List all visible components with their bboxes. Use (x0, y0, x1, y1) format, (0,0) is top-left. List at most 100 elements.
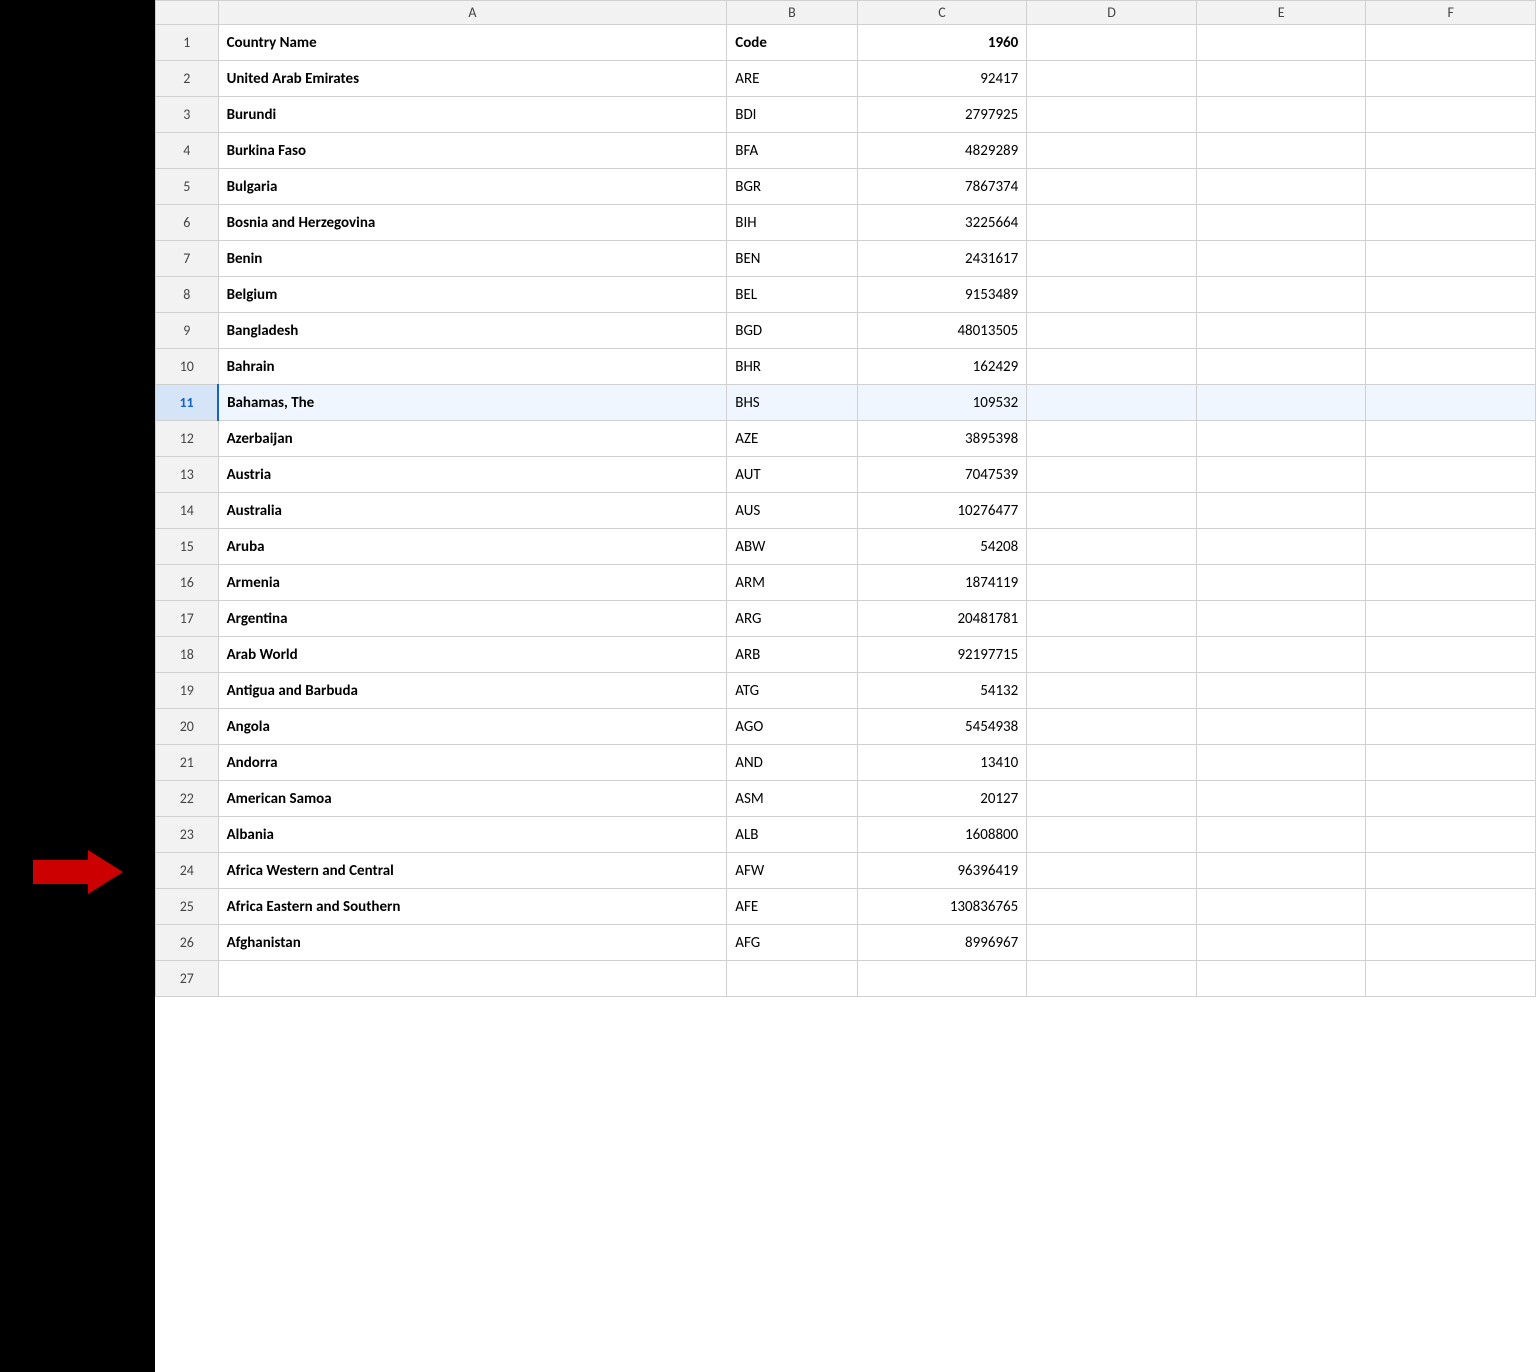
cell-country-name[interactable]: Albania (218, 817, 727, 853)
cell-e[interactable] (1196, 637, 1366, 673)
cell-country-name[interactable]: Africa Eastern and Southern (218, 889, 727, 925)
table-row[interactable]: 27 (156, 961, 1536, 997)
cell-e[interactable] (1196, 133, 1366, 169)
cell-d[interactable] (1027, 889, 1197, 925)
cell-d[interactable] (1027, 745, 1197, 781)
cell-d[interactable] (1027, 205, 1197, 241)
cell-code[interactable]: BFA (727, 133, 857, 169)
cell-f[interactable] (1366, 61, 1536, 97)
cell-country-name[interactable]: Australia (218, 493, 727, 529)
cell-1960[interactable]: 8996967 (857, 925, 1027, 961)
cell-f[interactable] (1366, 889, 1536, 925)
cell-f[interactable] (1366, 493, 1536, 529)
cell-country-name[interactable] (218, 961, 727, 997)
cell-e[interactable] (1196, 277, 1366, 313)
cell-d[interactable] (1027, 961, 1197, 997)
cell-country-name[interactable]: Bahamas, The (218, 385, 727, 421)
cell-d[interactable] (1027, 277, 1197, 313)
cell-code[interactable]: AUS (727, 493, 857, 529)
cell-code[interactable]: AND (727, 745, 857, 781)
table-row[interactable]: 24Africa Western and CentralAFW96396419 (156, 853, 1536, 889)
cell-d[interactable] (1027, 457, 1197, 493)
cell-d[interactable] (1027, 565, 1197, 601)
cell-f[interactable] (1366, 385, 1536, 421)
cell-1960[interactable]: 4829289 (857, 133, 1027, 169)
cell-1960[interactable]: 7867374 (857, 169, 1027, 205)
cell-1960[interactable]: 10276477 (857, 493, 1027, 529)
cell-f[interactable] (1366, 169, 1536, 205)
cell-code[interactable]: ARG (727, 601, 857, 637)
cell-country-name[interactable]: Andorra (218, 745, 727, 781)
cell-f[interactable] (1366, 349, 1536, 385)
cell-d[interactable] (1027, 637, 1197, 673)
cell-1960[interactable]: 162429 (857, 349, 1027, 385)
cell-country-name[interactable]: Benin (218, 241, 727, 277)
table-row[interactable]: 7BeninBEN2431617 (156, 241, 1536, 277)
table-row[interactable]: 15ArubaABW54208 (156, 529, 1536, 565)
cell-1960[interactable]: 54132 (857, 673, 1027, 709)
col-header-a[interactable]: A (218, 1, 727, 25)
cell-d[interactable] (1027, 925, 1197, 961)
cell-f[interactable] (1366, 529, 1536, 565)
cell-f[interactable] (1366, 457, 1536, 493)
cell-e[interactable] (1196, 457, 1366, 493)
cell-e[interactable] (1196, 61, 1366, 97)
cell-1960[interactable]: 9153489 (857, 277, 1027, 313)
cell-country-name[interactable]: Bulgaria (218, 169, 727, 205)
cell-f[interactable] (1366, 709, 1536, 745)
cell-f[interactable] (1366, 961, 1536, 997)
cell-d[interactable] (1027, 817, 1197, 853)
table-row[interactable]: 16ArmeniaARM1874119 (156, 565, 1536, 601)
cell-e[interactable] (1196, 349, 1366, 385)
cell-code[interactable]: ABW (727, 529, 857, 565)
table-row[interactable]: 17ArgentinaARG20481781 (156, 601, 1536, 637)
cell-code[interactable]: AFE (727, 889, 857, 925)
table-row[interactable]: 18Arab WorldARB92197715 (156, 637, 1536, 673)
cell-1960[interactable]: 13410 (857, 745, 1027, 781)
cell-country-name[interactable]: American Samoa (218, 781, 727, 817)
cell-country-name[interactable]: Armenia (218, 565, 727, 601)
cell-f[interactable] (1366, 601, 1536, 637)
cell-e[interactable] (1196, 853, 1366, 889)
cell-f[interactable] (1366, 817, 1536, 853)
cell-code[interactable]: ATG (727, 673, 857, 709)
cell-1960[interactable]: 96396419 (857, 853, 1027, 889)
cell-code[interactable]: BGR (727, 169, 857, 205)
cell-f[interactable] (1366, 241, 1536, 277)
cell-code[interactable]: AGO (727, 709, 857, 745)
cell-d[interactable] (1027, 169, 1197, 205)
cell-code[interactable]: ARB (727, 637, 857, 673)
cell-code[interactable]: BHS (727, 385, 857, 421)
cell-1960[interactable]: 92417 (857, 61, 1027, 97)
cell-country-name[interactable]: Bosnia and Herzegovina (218, 205, 727, 241)
cell-e[interactable] (1196, 25, 1366, 61)
cell-f[interactable] (1366, 853, 1536, 889)
cell-f[interactable] (1366, 745, 1536, 781)
cell-e[interactable] (1196, 745, 1366, 781)
cell-e[interactable] (1196, 385, 1366, 421)
cell-country-name[interactable]: Africa Western and Central (218, 853, 727, 889)
cell-code[interactable]: BHR (727, 349, 857, 385)
cell-f[interactable] (1366, 637, 1536, 673)
cell-d[interactable] (1027, 25, 1197, 61)
cell-d[interactable] (1027, 313, 1197, 349)
cell-code[interactable]: BEN (727, 241, 857, 277)
cell-f[interactable] (1366, 781, 1536, 817)
cell-e[interactable] (1196, 709, 1366, 745)
cell-f[interactable] (1366, 97, 1536, 133)
cell-f[interactable] (1366, 673, 1536, 709)
col-header-d[interactable]: D (1027, 1, 1197, 25)
cell-1960[interactable]: 2431617 (857, 241, 1027, 277)
table-row[interactable]: 5BulgariaBGR7867374 (156, 169, 1536, 205)
cell-d[interactable] (1027, 673, 1197, 709)
cell-code[interactable]: BEL (727, 277, 857, 313)
cell-e[interactable] (1196, 817, 1366, 853)
col-header-e[interactable]: E (1196, 1, 1366, 25)
cell-d[interactable] (1027, 709, 1197, 745)
cell-country-name[interactable]: Angola (218, 709, 727, 745)
table-row[interactable]: 8BelgiumBEL9153489 (156, 277, 1536, 313)
cell-e[interactable] (1196, 493, 1366, 529)
table-row[interactable]: 20AngolaAGO5454938 (156, 709, 1536, 745)
cell-1960[interactable] (857, 961, 1027, 997)
cell-d[interactable] (1027, 853, 1197, 889)
